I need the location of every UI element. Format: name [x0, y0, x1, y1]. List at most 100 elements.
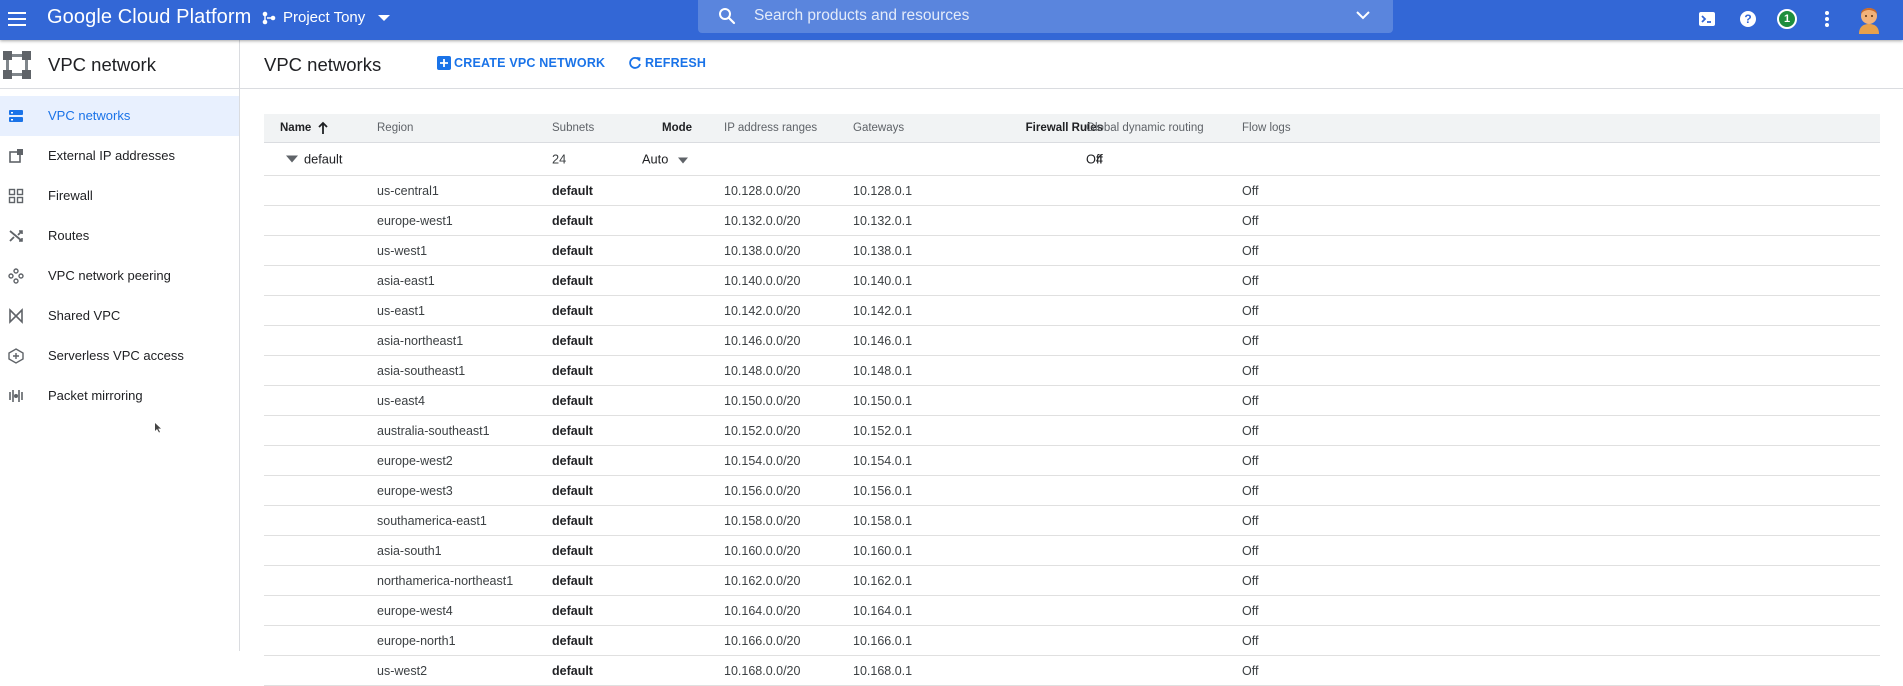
svg-text:?: ?: [1744, 12, 1751, 26]
column-header-subnets[interactable]: Subnets: [552, 122, 594, 134]
sidebar-item-shared-vpc[interactable]: Shared VPC: [0, 296, 239, 336]
subnet-name-link[interactable]: default: [552, 244, 593, 258]
subnet-name-link[interactable]: default: [552, 544, 593, 558]
subnet-name-link[interactable]: default: [552, 574, 593, 588]
ip-address-range: 10.162.0.0/20: [724, 573, 801, 588]
ip-address-range: 10.132.0.0/20: [724, 213, 801, 228]
cloud-shell-icon[interactable]: [1695, 7, 1719, 31]
account-avatar[interactable]: [1854, 2, 1884, 34]
column-header-region[interactable]: Region: [377, 122, 413, 134]
peering-icon: [8, 268, 24, 284]
create-vpc-network-button[interactable]: CREATE VPC NETWORK: [437, 56, 605, 70]
project-selector[interactable]: Project Tony: [262, 9, 391, 26]
flow-logs-value: Off: [1242, 603, 1259, 618]
flow-logs-value: Off: [1242, 633, 1259, 648]
sidebar-item-label: VPC networks: [48, 108, 131, 123]
column-header-gateways[interactable]: Gateways: [853, 122, 904, 134]
subnet-region-link[interactable]: us-west1: [377, 244, 427, 258]
sidebar-item-packet-mirroring[interactable]: Packet mirroring: [0, 376, 239, 416]
subnet-region-link[interactable]: us-west2: [377, 664, 427, 678]
subnet-region-link[interactable]: asia-east1: [377, 274, 435, 288]
subnet-region-link[interactable]: asia-southeast1: [377, 364, 465, 378]
sidebar-item-serverless-vpc-access[interactable]: Serverless VPC access: [0, 336, 239, 376]
network-name-link[interactable]: default: [304, 152, 342, 167]
gateway-address: 10.158.0.1: [853, 513, 913, 528]
flow-logs-value: Off: [1242, 333, 1259, 348]
column-header-mode[interactable]: Mode: [662, 122, 692, 134]
sidebar-item-vpc-networks[interactable]: VPC networks: [0, 96, 239, 136]
subnet-region-link[interactable]: us-east4: [377, 394, 425, 408]
subnet-name-link[interactable]: default: [552, 454, 593, 468]
flow-logs-value: Off: [1242, 663, 1259, 678]
column-header-flow-logs[interactable]: Flow logs: [1242, 122, 1291, 134]
subnet-region-link[interactable]: northamerica-northeast1: [377, 574, 513, 588]
sidebar-item-external-ip-addresses[interactable]: External IP addresses: [0, 136, 239, 176]
column-header-global-dynamic-routing[interactable]: Global dynamic routing: [1086, 122, 1204, 134]
subnet-region-link[interactable]: us-central1: [377, 184, 439, 198]
brand-title[interactable]: Google Cloud Platform: [47, 6, 251, 29]
subnet-name-link[interactable]: default: [552, 364, 593, 378]
subnet-region-link[interactable]: us-east1: [377, 304, 425, 318]
expand-collapse-toggle[interactable]: [286, 152, 298, 167]
sidebar-item-firewall[interactable]: Firewall: [0, 176, 239, 216]
subnet-name-link[interactable]: default: [552, 184, 593, 198]
subnet-region-link[interactable]: australia-southeast1: [377, 424, 490, 438]
subnet-name-link[interactable]: default: [552, 634, 593, 648]
flow-logs-value: Off: [1242, 393, 1259, 408]
mode-dropdown-icon: [677, 157, 688, 164]
subnet-region-link[interactable]: asia-south1: [377, 544, 442, 558]
subnet-name-link[interactable]: default: [552, 304, 593, 318]
subnet-region-link[interactable]: southamerica-east1: [377, 514, 487, 528]
main-menu-icon[interactable]: [6, 8, 28, 30]
gateway-address: 10.156.0.1: [853, 483, 913, 498]
flow-logs-value: Off: [1242, 543, 1259, 558]
mode-dropdown[interactable]: Auto: [642, 152, 688, 167]
subnet-name-link[interactable]: default: [552, 214, 593, 228]
subnet-name-link[interactable]: default: [552, 604, 593, 618]
chevron-down-icon[interactable]: [1355, 9, 1371, 21]
search-icon: [719, 8, 736, 25]
gateway-address: 10.166.0.1: [853, 633, 913, 648]
notifications-badge[interactable]: 1: [1775, 7, 1799, 31]
subnet-name-link[interactable]: default: [552, 514, 593, 528]
table-row: us-east1 default 10.142.0.0/20 10.142.0.1 Of…: [264, 296, 1880, 326]
serverless-icon: [8, 348, 24, 364]
refresh-button[interactable]: REFRESH: [628, 56, 706, 70]
more-options-icon[interactable]: [1815, 7, 1839, 31]
subnet-region-link[interactable]: asia-northeast1: [377, 334, 463, 348]
subnet-region-link[interactable]: europe-west4: [377, 604, 453, 618]
search-bar[interactable]: Search products and resources: [698, 0, 1393, 33]
table-row: asia-south1 default 10.160.0.0/20 10.160.0.…: [264, 536, 1880, 566]
subnet-region-link[interactable]: europe-west3: [377, 484, 453, 498]
flow-logs-value: Off: [1242, 483, 1259, 498]
column-header-firewall-rules[interactable]: Firewall Rules: [979, 122, 1103, 134]
gateway-address: 10.132.0.1: [853, 213, 913, 228]
subnet-region-link[interactable]: europe-west2: [377, 454, 453, 468]
table-row: asia-east1 default 10.140.0.0/20 10.140.0.1…: [264, 266, 1880, 296]
subnet-name-link[interactable]: default: [552, 424, 593, 438]
subnet-name-link[interactable]: default: [552, 274, 593, 288]
firewall-rules-count[interactable]: 4: [979, 152, 1103, 167]
gateway-address: 10.154.0.1: [853, 453, 913, 468]
subnet-region-link[interactable]: europe-west1: [377, 214, 453, 228]
subnet-name-link[interactable]: default: [552, 334, 593, 348]
sidebar-item-vpc-network-peering[interactable]: VPC network peering: [0, 256, 239, 296]
table-row: asia-northeast1 default 10.146.0.0/20 10.14…: [264, 326, 1880, 356]
sidebar-item-label: Serverless VPC access: [48, 348, 184, 363]
subnet-name-link[interactable]: default: [552, 664, 593, 678]
column-header-name[interactable]: Name: [280, 121, 329, 135]
page-header: VPC networks CREATE VPC NETWORK REFRESH: [240, 40, 1903, 89]
subnet-name-link[interactable]: default: [552, 394, 593, 408]
table-row: europe-west3 default 10.156.0.0/20 10.156.0…: [264, 476, 1880, 506]
subnet-name-link[interactable]: default: [552, 484, 593, 498]
subnet-region-link[interactable]: europe-north1: [377, 634, 456, 648]
shared-vpc-icon: [9, 308, 23, 324]
gateway-address: 10.138.0.1: [853, 243, 913, 258]
flow-logs-value: Off: [1242, 423, 1259, 438]
subnet-rows: us-central1 default 10.128.0.0/20 10.128.0.…: [264, 176, 1880, 686]
help-icon[interactable]: ?: [1736, 7, 1760, 31]
sidebar-item-routes[interactable]: Routes: [0, 216, 239, 256]
table-row: us-east4 default 10.150.0.0/20 10.150.0.1 Of…: [264, 386, 1880, 416]
sort-ascending-icon[interactable]: [317, 121, 329, 135]
column-header-ip-ranges[interactable]: IP address ranges: [724, 122, 817, 134]
